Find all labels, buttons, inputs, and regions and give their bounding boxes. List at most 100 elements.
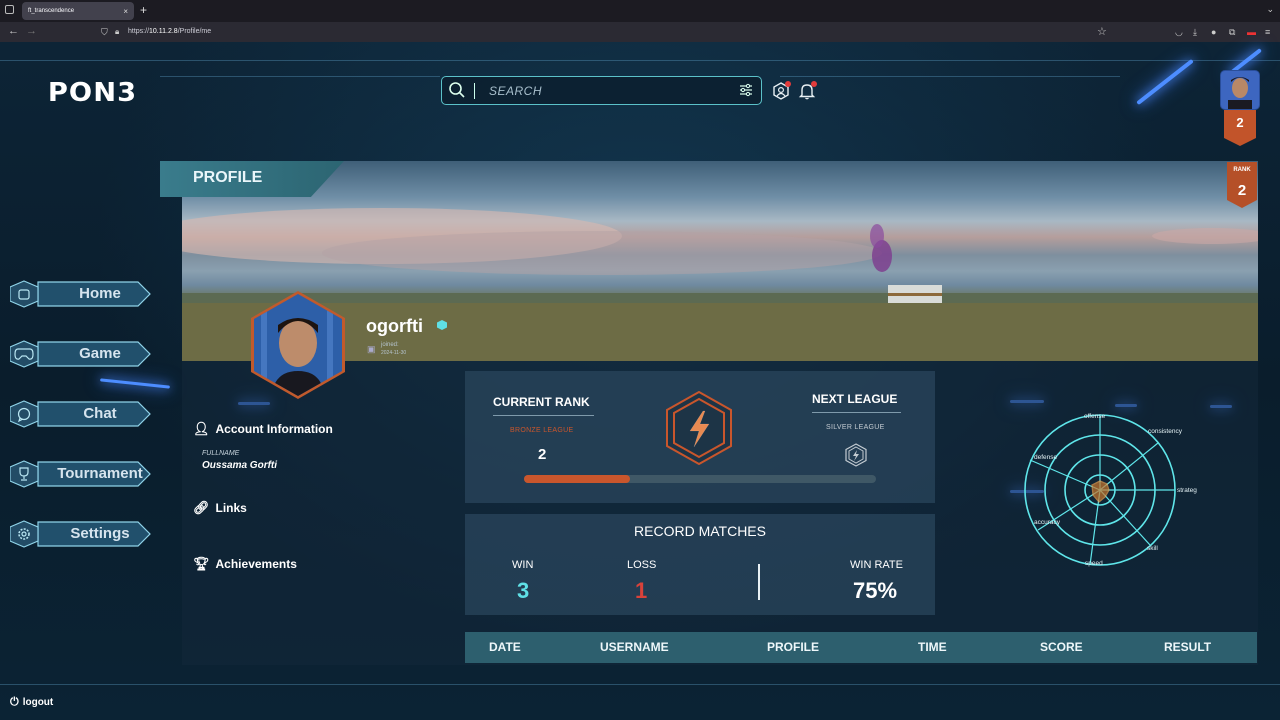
account-information-section[interactable]: 👤︎ Account Information	[193, 421, 333, 437]
achievements-section[interactable]: 🏆︎ Achievements	[193, 556, 297, 572]
win-value: 3	[517, 578, 530, 603]
achievements-label: Achievements	[215, 557, 297, 571]
column-header-profile[interactable]: PROFILE	[767, 640, 819, 654]
username: ogorfti	[366, 316, 423, 336]
sidebar-item-label: Game	[79, 345, 121, 362]
search-bar[interactable]: SEARCH	[441, 76, 762, 105]
trophy-icon	[19, 467, 29, 481]
user-level: 2	[1236, 115, 1244, 130]
extension-icon[interactable]: ●	[1211, 27, 1216, 37]
new-tab-icon[interactable]: +	[140, 3, 147, 17]
friend-requests-icon[interactable]	[772, 81, 791, 100]
tab-title: ft_transcendence	[28, 8, 75, 14]
gamepad-icon	[14, 348, 34, 360]
frame-line	[160, 76, 440, 77]
column-header-result[interactable]: RESULT	[1164, 640, 1211, 654]
rank-progress-fill	[524, 475, 630, 483]
address-field[interactable]: https://10.11.2.8/Profile/me	[128, 28, 211, 35]
sidebar-item-tournament[interactable]: Tournament	[10, 460, 152, 488]
account-information-label: Account Information	[215, 422, 333, 436]
bookmark-star-icon[interactable]: ☆	[1097, 25, 1107, 38]
tab-close-icon[interactable]: ×	[123, 7, 128, 16]
sidebar-item-label: Tournament	[57, 465, 143, 482]
joined-date: 2024-11-30	[381, 350, 407, 356]
frame-line	[780, 76, 1120, 77]
column-header-score[interactable]: SCORE	[1040, 640, 1083, 654]
skill-label-strategy: strateg	[1177, 487, 1197, 494]
sidebar-item-label: Settings	[70, 525, 130, 542]
column-header-date[interactable]: DATE	[489, 640, 521, 654]
download-icon[interactable]: ⤓	[1193, 27, 1197, 38]
app-logo[interactable]: PON3	[48, 78, 137, 108]
search-icon	[449, 82, 465, 98]
browser-tab[interactable]: ft_transcendence ×	[22, 2, 134, 20]
notification-dot	[811, 81, 817, 87]
column-header-username[interactable]: USERNAME	[600, 640, 669, 654]
shield-icon[interactable]: ⛉	[101, 27, 108, 38]
trophy-icon: 🏆︎	[193, 556, 210, 571]
skills-radar-chart: offense consistency strateg skill speed …	[1024, 413, 1197, 567]
sidebar-item-settings[interactable]: Settings	[10, 520, 152, 548]
rank-label: RANK	[1233, 167, 1251, 173]
browser-tabbar: ft_transcendence × + ⌄	[0, 0, 1280, 22]
user-icon: 👤︎	[193, 421, 210, 436]
divider	[758, 564, 760, 600]
loss-label: LOSS	[627, 559, 657, 571]
current-league: BRONZE LEAGUE	[510, 427, 574, 434]
silver-league-icon	[845, 443, 867, 467]
match-history-header: DATE USERNAME PROFILE TIME SCORE RESULT	[465, 632, 1257, 663]
sidebar-item-label: Chat	[83, 405, 117, 422]
online-status-icon	[437, 320, 447, 330]
chat-icon	[17, 407, 31, 422]
url-bar: ← → ⛉ 🔒︎ https://10.11.2.8/Profile/me ☆ …	[0, 22, 1280, 42]
record-matches-title: RECORD MATCHES	[634, 523, 766, 539]
lock-icon[interactable]: 🔒︎	[115, 27, 119, 37]
record-icon[interactable]: ▬	[1247, 27, 1256, 37]
rank-progress-bar	[524, 475, 876, 483]
search-input[interactable]: SEARCH	[489, 84, 542, 98]
win-rate-label: WIN RATE	[850, 559, 903, 571]
links-section[interactable]: 🔗︎ Links	[193, 500, 247, 516]
logout-button[interactable]: ⏻ logout	[10, 696, 53, 709]
bronze-league-icon	[666, 391, 732, 465]
rank-badge: RANK 2	[1227, 162, 1257, 208]
logout-label: logout	[22, 697, 54, 708]
sidebar-item-label: Home	[79, 285, 121, 302]
tab-list-icon[interactable]	[5, 5, 14, 14]
gear-icon	[18, 528, 30, 540]
skill-label-accuracy: accuracy	[1034, 519, 1061, 526]
profile-section-title: PROFILE	[193, 169, 263, 186]
links-label: Links	[215, 501, 247, 515]
win-rate-value: 75%	[853, 578, 898, 603]
search-caret	[474, 83, 475, 99]
frame-line	[0, 684, 1280, 685]
home-icon	[18, 289, 30, 300]
divider	[812, 412, 901, 413]
sidebar-item-chat[interactable]: Chat	[10, 400, 152, 428]
fullname-value: Oussama Gorfti	[202, 460, 278, 471]
column-header-time[interactable]: TIME	[918, 640, 947, 654]
puzzle-icon[interactable]: ⧉	[1229, 27, 1235, 38]
pocket-icon[interactable]: ◡	[1175, 27, 1183, 38]
next-league-title: NEXT LEAGUE	[812, 392, 898, 406]
user-avatar-menu[interactable]: 2	[1220, 70, 1260, 146]
sidebar-item-game[interactable]: Game	[10, 340, 152, 368]
back-icon[interactable]: ←	[8, 25, 19, 37]
bell-icon[interactable]	[798, 81, 817, 100]
skill-label-speed: speed	[1085, 560, 1103, 567]
skill-label-skill: skill	[1147, 545, 1158, 552]
avatar	[1220, 70, 1260, 146]
menu-icon[interactable]: ≡	[1265, 27, 1270, 37]
profile-picture[interactable]	[251, 291, 345, 399]
fullname-label: FULLNAME	[202, 450, 240, 457]
next-league: SILVER LEAGUE	[826, 424, 885, 431]
sidebar-item-home[interactable]: Home	[10, 280, 152, 308]
forward-icon[interactable]: →	[26, 25, 37, 37]
filter-icon[interactable]	[739, 83, 753, 97]
joined-label: joined:	[381, 342, 399, 348]
loss-value: 1	[635, 578, 648, 603]
current-rank-value: 2	[538, 446, 547, 463]
chevron-down-icon[interactable]: ⌄	[1266, 4, 1274, 15]
divider	[493, 415, 594, 416]
skill-label-consistency: consistency	[1148, 428, 1183, 435]
